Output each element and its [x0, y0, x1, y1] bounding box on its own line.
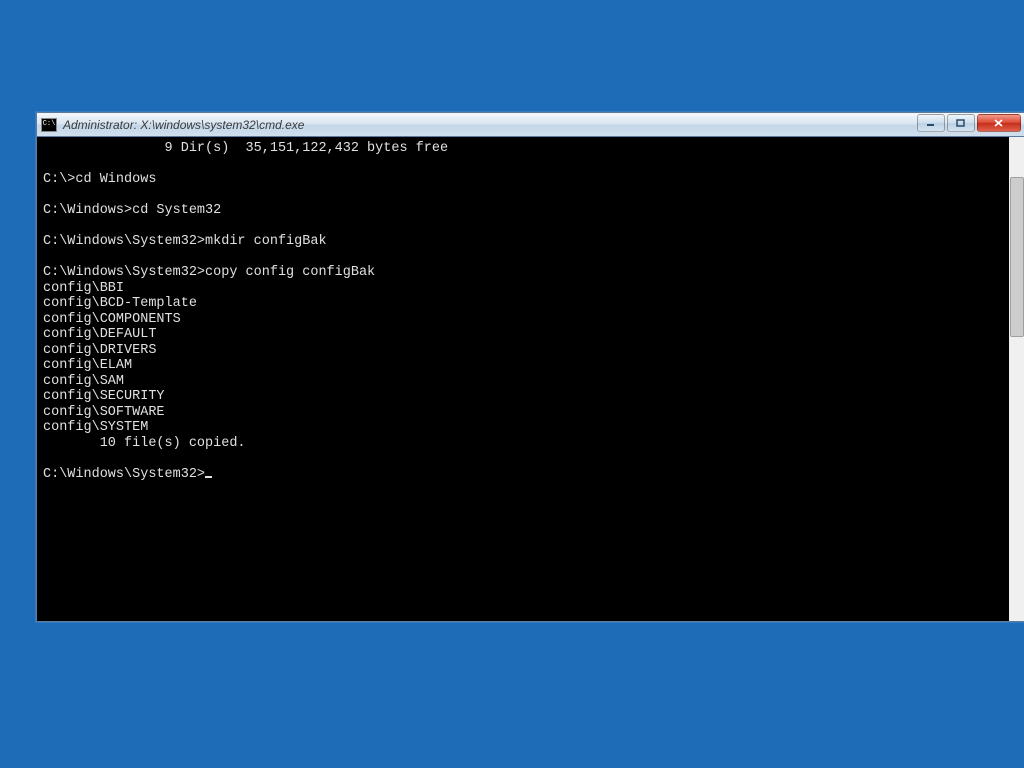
- titlebar[interactable]: C:\ Administrator: X:\windows\system32\c…: [37, 113, 1024, 137]
- cursor: [205, 476, 212, 478]
- window-title: Administrator: X:\windows\system32\cmd.e…: [63, 118, 304, 132]
- terminal-prompt: C:\Windows\System32>: [43, 467, 205, 482]
- window-controls: [917, 114, 1021, 132]
- terminal-output[interactable]: 9 Dir(s) 35,151,122,432 bytes free C:\>c…: [37, 137, 1024, 621]
- minimize-button[interactable]: [917, 114, 945, 132]
- cmd-icon: C:\: [41, 118, 57, 132]
- close-button[interactable]: [977, 114, 1021, 132]
- vertical-scrollbar[interactable]: [1009, 137, 1024, 621]
- scrollbar-thumb[interactable]: [1010, 177, 1024, 337]
- command-prompt-window: C:\ Administrator: X:\windows\system32\c…: [36, 112, 1024, 622]
- maximize-button[interactable]: [947, 114, 975, 132]
